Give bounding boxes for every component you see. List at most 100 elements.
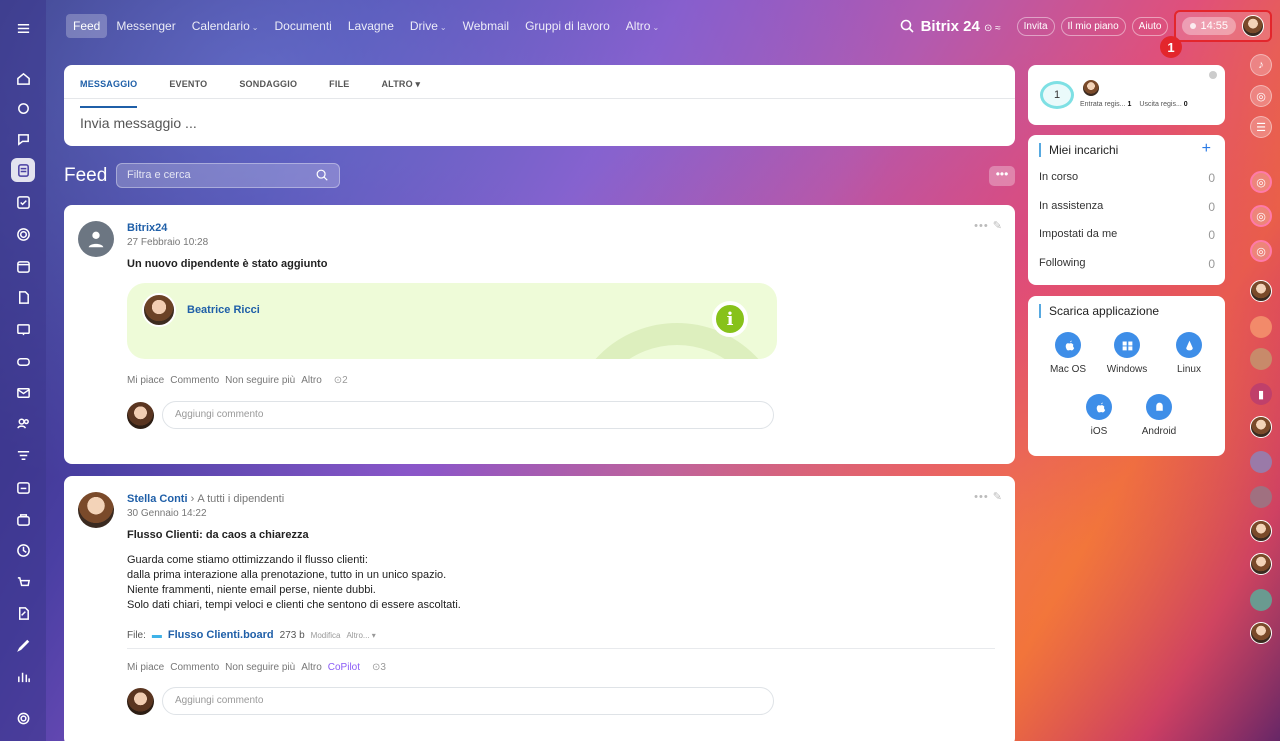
post-author[interactable]: Stella Conti (127, 493, 188, 505)
hamburger-menu-icon[interactable] (11, 16, 35, 40)
contact-avatar-2[interactable] (1250, 316, 1272, 338)
contact-avatar-8[interactable] (1250, 553, 1272, 575)
channel-icon-1[interactable]: ◎ (1250, 171, 1272, 193)
sign-icon[interactable] (11, 601, 35, 625)
home-icon[interactable] (11, 66, 35, 90)
contact-avatar-10[interactable] (1250, 622, 1272, 644)
nav-item-altro[interactable]: Altro ⌄ (619, 14, 666, 38)
contact-avatar-7[interactable] (1250, 520, 1272, 542)
post-date[interactable]: 30 Gennaio 14:22 (127, 508, 207, 519)
nav-item-webmail[interactable]: Webmail (456, 14, 516, 38)
post-action-altro[interactable]: Altro (301, 662, 322, 673)
app-android[interactable]: Android (1124, 394, 1194, 437)
file-name-link[interactable]: Flusso Clienti.board (168, 629, 274, 641)
post-author[interactable]: Bitrix24 (127, 222, 167, 234)
marketing-icon[interactable] (11, 538, 35, 562)
post-action-mi-piace[interactable]: Mi piace (127, 375, 164, 386)
post-menu-icon[interactable]: ••• ✎ (974, 490, 1003, 503)
comment-input[interactable]: Aggiungi commento (162, 687, 774, 715)
notifications-bell-icon[interactable]: ♪ (1250, 54, 1272, 76)
task-label: In corso (1039, 171, 1079, 183)
employee-name[interactable]: Beatrice Ricci (187, 304, 260, 316)
booking-icon[interactable] (11, 475, 35, 499)
copilot-button[interactable]: CoPilot (328, 662, 360, 673)
help-button[interactable]: Aiuto (1131, 16, 1169, 36)
contact-avatar-4[interactable] (1250, 416, 1272, 438)
nav-item-messenger[interactable]: Messenger (109, 14, 182, 38)
store-icon[interactable] (11, 507, 35, 531)
nav-item-lavagne[interactable]: Lavagne (341, 14, 401, 38)
filter-icon[interactable] (11, 443, 35, 467)
post-recipient[interactable]: A tutti i dipendenti (197, 493, 284, 505)
message-input[interactable]: Invia messaggio ... (64, 99, 1015, 147)
comment-input[interactable]: Aggiungi commento (162, 401, 774, 429)
contact-avatar-9[interactable] (1250, 589, 1272, 611)
nav-item-feed[interactable]: Feed (66, 14, 108, 38)
pen-icon[interactable] (11, 633, 35, 657)
nav-item-documenti[interactable]: Documenti (267, 14, 338, 38)
app-windows[interactable]: Windows (1092, 332, 1162, 375)
author-avatar[interactable] (78, 492, 114, 528)
tasks-icon[interactable] (11, 190, 35, 214)
employee-avatar[interactable] (142, 293, 176, 327)
groups-icon[interactable] (11, 411, 35, 435)
analytics-icon[interactable] (11, 664, 35, 688)
contact-avatar-1[interactable] (1250, 280, 1272, 302)
feed-more-button[interactable]: ••• (989, 166, 1015, 186)
feed-icon[interactable] (11, 158, 35, 182)
post-action-mi-piace[interactable]: Mi piace (127, 662, 164, 673)
composer-tab[interactable]: ALTRO ▾ (381, 79, 420, 98)
drive-icon[interactable] (11, 349, 35, 373)
post-action-commento[interactable]: Commento (170, 375, 219, 386)
contact-avatar-3[interactable] (1250, 348, 1272, 370)
app-linux[interactable]: Linux (1154, 332, 1224, 375)
tasks-title[interactable]: Miei incarichi (1039, 143, 1118, 157)
nav-item-gruppi-di-lavoro[interactable]: Gruppi di lavoro (518, 14, 617, 38)
post-action-non-seguire-più[interactable]: Non seguire più (225, 375, 295, 386)
copilot-icon[interactable] (11, 96, 35, 120)
contact-avatar-5[interactable] (1250, 451, 1272, 473)
nav-item-drive[interactable]: Drive ⌄ (403, 14, 454, 38)
worktime-clock-button[interactable]: 14:55 (1182, 17, 1236, 35)
boards-icon[interactable] (11, 317, 35, 341)
add-task-button[interactable]: + (1202, 140, 1211, 158)
task-row[interactable]: In corso 0 (1039, 171, 1215, 185)
search-icon[interactable] (899, 18, 915, 34)
chat-icon[interactable] (11, 127, 35, 151)
brand-logo[interactable]: Bitrix 24 ⊙ ≈ (921, 18, 1001, 35)
file-more-dropdown[interactable]: Altro... ▾ (346, 631, 375, 640)
feed-filter-input[interactable]: Filtra e cerca (116, 163, 340, 188)
documents-icon[interactable] (11, 285, 35, 309)
composer-tab[interactable]: EVENTO (169, 79, 207, 98)
user-avatar[interactable] (1242, 15, 1264, 37)
contact-avatar-6[interactable] (1250, 486, 1272, 508)
cart-icon[interactable] (11, 570, 35, 594)
post-menu-icon[interactable]: ••• ✎ (974, 219, 1003, 232)
task-row[interactable]: Impostati da me 0 (1039, 228, 1215, 242)
composer-tab[interactable]: FILE (329, 79, 349, 98)
task-row[interactable]: Following 0 (1039, 257, 1215, 271)
post-action-commento[interactable]: Commento (170, 662, 219, 673)
file-edit-link[interactable]: Modifica (311, 631, 341, 640)
nav-item-calendario[interactable]: Calendario ⌄ (185, 14, 266, 38)
channel-icon-3[interactable]: ◎ (1250, 240, 1272, 262)
crm-icon[interactable] (11, 222, 35, 246)
info-icon[interactable] (1209, 71, 1217, 79)
bookmark-icon[interactable]: ▮ (1250, 383, 1272, 405)
composer-tab[interactable]: SONDAGGIO (239, 79, 297, 98)
post-date[interactable]: 27 Febbraio 10:28 (127, 237, 208, 248)
channel-icon-2[interactable]: ◎ (1250, 205, 1272, 227)
views-count: ⊙2 (333, 375, 348, 386)
my-plan-button[interactable]: Il mio piano (1060, 16, 1126, 36)
post-action-altro[interactable]: Altro (301, 375, 322, 386)
task-row[interactable]: In assistenza 0 (1039, 200, 1215, 214)
messages-icon[interactable]: ☰ (1250, 116, 1272, 138)
calendar-icon[interactable] (11, 254, 35, 278)
composer-tab[interactable]: MESSAGGIO (80, 79, 138, 108)
invite-button[interactable]: Invita (1016, 16, 1055, 36)
post-action-non-seguire-più[interactable]: Non seguire più (225, 662, 295, 673)
copilot-chat-icon[interactable]: ◎ (1250, 85, 1272, 107)
mail-icon[interactable] (11, 380, 35, 404)
settings-gear-icon[interactable] (11, 706, 35, 730)
worktime-widget[interactable]: 1 Entrata regis... 1 Uscita regis... 0 (1028, 65, 1225, 125)
